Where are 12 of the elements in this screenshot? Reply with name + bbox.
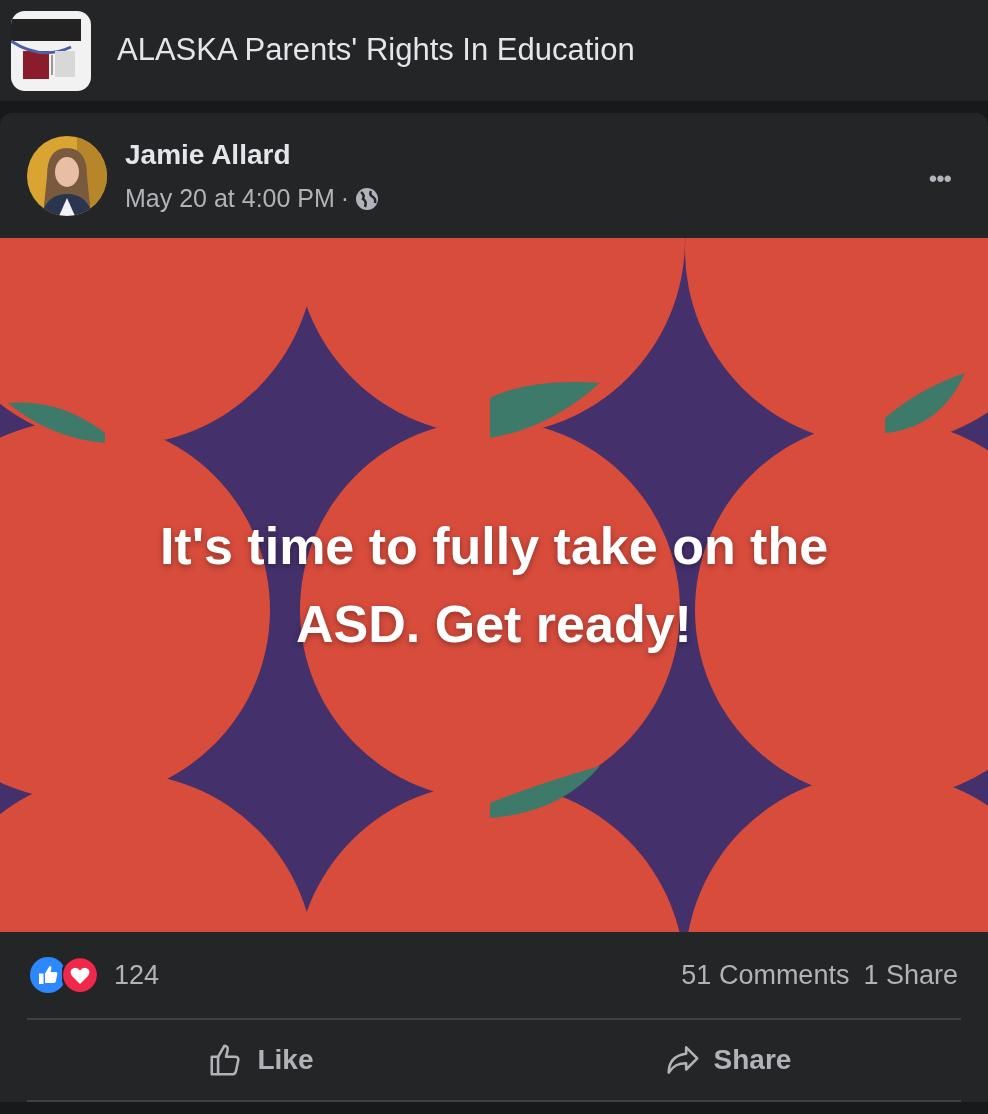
shares-count[interactable]: 1 Share [863, 954, 958, 996]
like-reaction-icon [30, 957, 66, 993]
reaction-count[interactable]: 124 [114, 954, 682, 996]
separator-dot: · [340, 182, 350, 214]
more-options-button[interactable]: ••• [928, 161, 951, 197]
comments-count[interactable]: 51 Comments [681, 954, 850, 996]
page-name[interactable]: ALASKA Parents' Rights In Education [117, 27, 635, 74]
post-time[interactable]: May 20 at 4:00 PM [125, 179, 335, 218]
like-button[interactable]: Like [27, 1020, 494, 1100]
heart-reaction-icon [62, 957, 98, 993]
author-name[interactable]: Jamie Allard [125, 133, 911, 176]
share-button[interactable]: Share [494, 1020, 961, 1100]
